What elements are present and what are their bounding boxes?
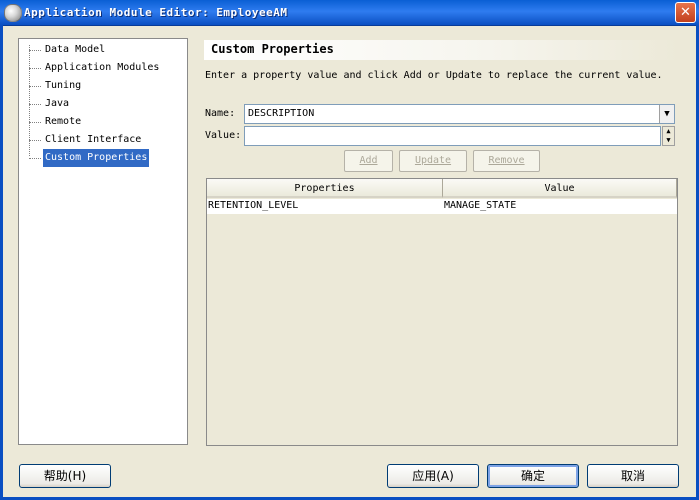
navigation-tree: Data Model Application Modules Tuning Ja… [18,38,188,445]
close-button[interactable]: ✕ [675,2,696,23]
properties-table: Properties Value RETENTION_LEVEL MANAGE_… [206,178,678,446]
value-spinner[interactable]: ▲ ▼ [662,126,675,146]
tree-branch [29,50,41,51]
cancel-button[interactable]: 取消 [587,464,679,488]
tree-branch [29,86,41,87]
apply-button[interactable]: 应用(A) [387,464,479,488]
value-input[interactable] [244,126,661,146]
help-button[interactable]: 帮助(H) [19,464,111,488]
tree-item-label: Custom Properties [43,149,150,167]
value-label: Value: [205,130,242,141]
name-label: Name: [205,108,236,119]
section-header: Custom Properties [204,40,679,60]
tree-branch [29,104,41,105]
window-border-left [0,25,3,500]
column-header-value[interactable]: Value [443,179,677,198]
spin-up-icon[interactable]: ▲ [663,127,674,136]
tree-branch [29,122,41,123]
tree-item-label: Remote [45,116,82,127]
tree-item-data-model[interactable]: Data Model [19,41,187,59]
table-cell-property: RETENTION_LEVEL [208,200,299,211]
tree-item-client-interface[interactable]: Client Interface [19,131,187,149]
tree-item-label: Application Modules [45,62,160,73]
coffee-cup-icon [4,4,22,22]
window-title: Application Module Editor: EmployeeAM [24,6,288,19]
tree-item-label: Client Interface [45,134,142,145]
tree-branch [29,140,41,141]
chevron-down-icon[interactable]: ▼ [659,105,674,123]
tree-item-label: Data Model [45,44,106,55]
tree-item-custom-properties[interactable]: Custom Properties [19,149,187,167]
tree-item-remote[interactable]: Remote [19,113,187,131]
title-bar[interactable]: Application Module Editor: EmployeeAM ✕ [0,0,699,26]
section-title: Custom Properties [211,42,334,56]
tree-item-label: Tuning [45,80,82,91]
tree-item-application-modules[interactable]: Application Modules [19,59,187,77]
tree-item-tuning[interactable]: Tuning [19,77,187,95]
tree-branch [29,158,41,159]
update-button[interactable]: Update [399,150,467,172]
name-combobox-value: DESCRIPTION [248,108,315,119]
name-combobox[interactable]: DESCRIPTION ▼ [244,104,675,124]
tree-item-label: Java [45,98,70,109]
ok-button[interactable]: 确定 [487,464,579,488]
column-header-properties[interactable]: Properties [207,179,443,198]
table-cell-value: MANAGE_STATE [444,200,517,211]
instructions-text: Enter a property value and click Add or … [205,70,663,81]
spin-down-icon[interactable]: ▼ [663,136,674,145]
remove-button[interactable]: Remove [473,150,540,172]
custom-properties-panel: Custom Properties Enter a property value… [197,38,687,446]
tree-item-java[interactable]: Java [19,95,187,113]
add-button[interactable]: Add [344,150,393,172]
tree-branch [29,68,41,69]
table-row[interactable]: RETENTION_LEVEL MANAGE_STATE [207,199,677,214]
